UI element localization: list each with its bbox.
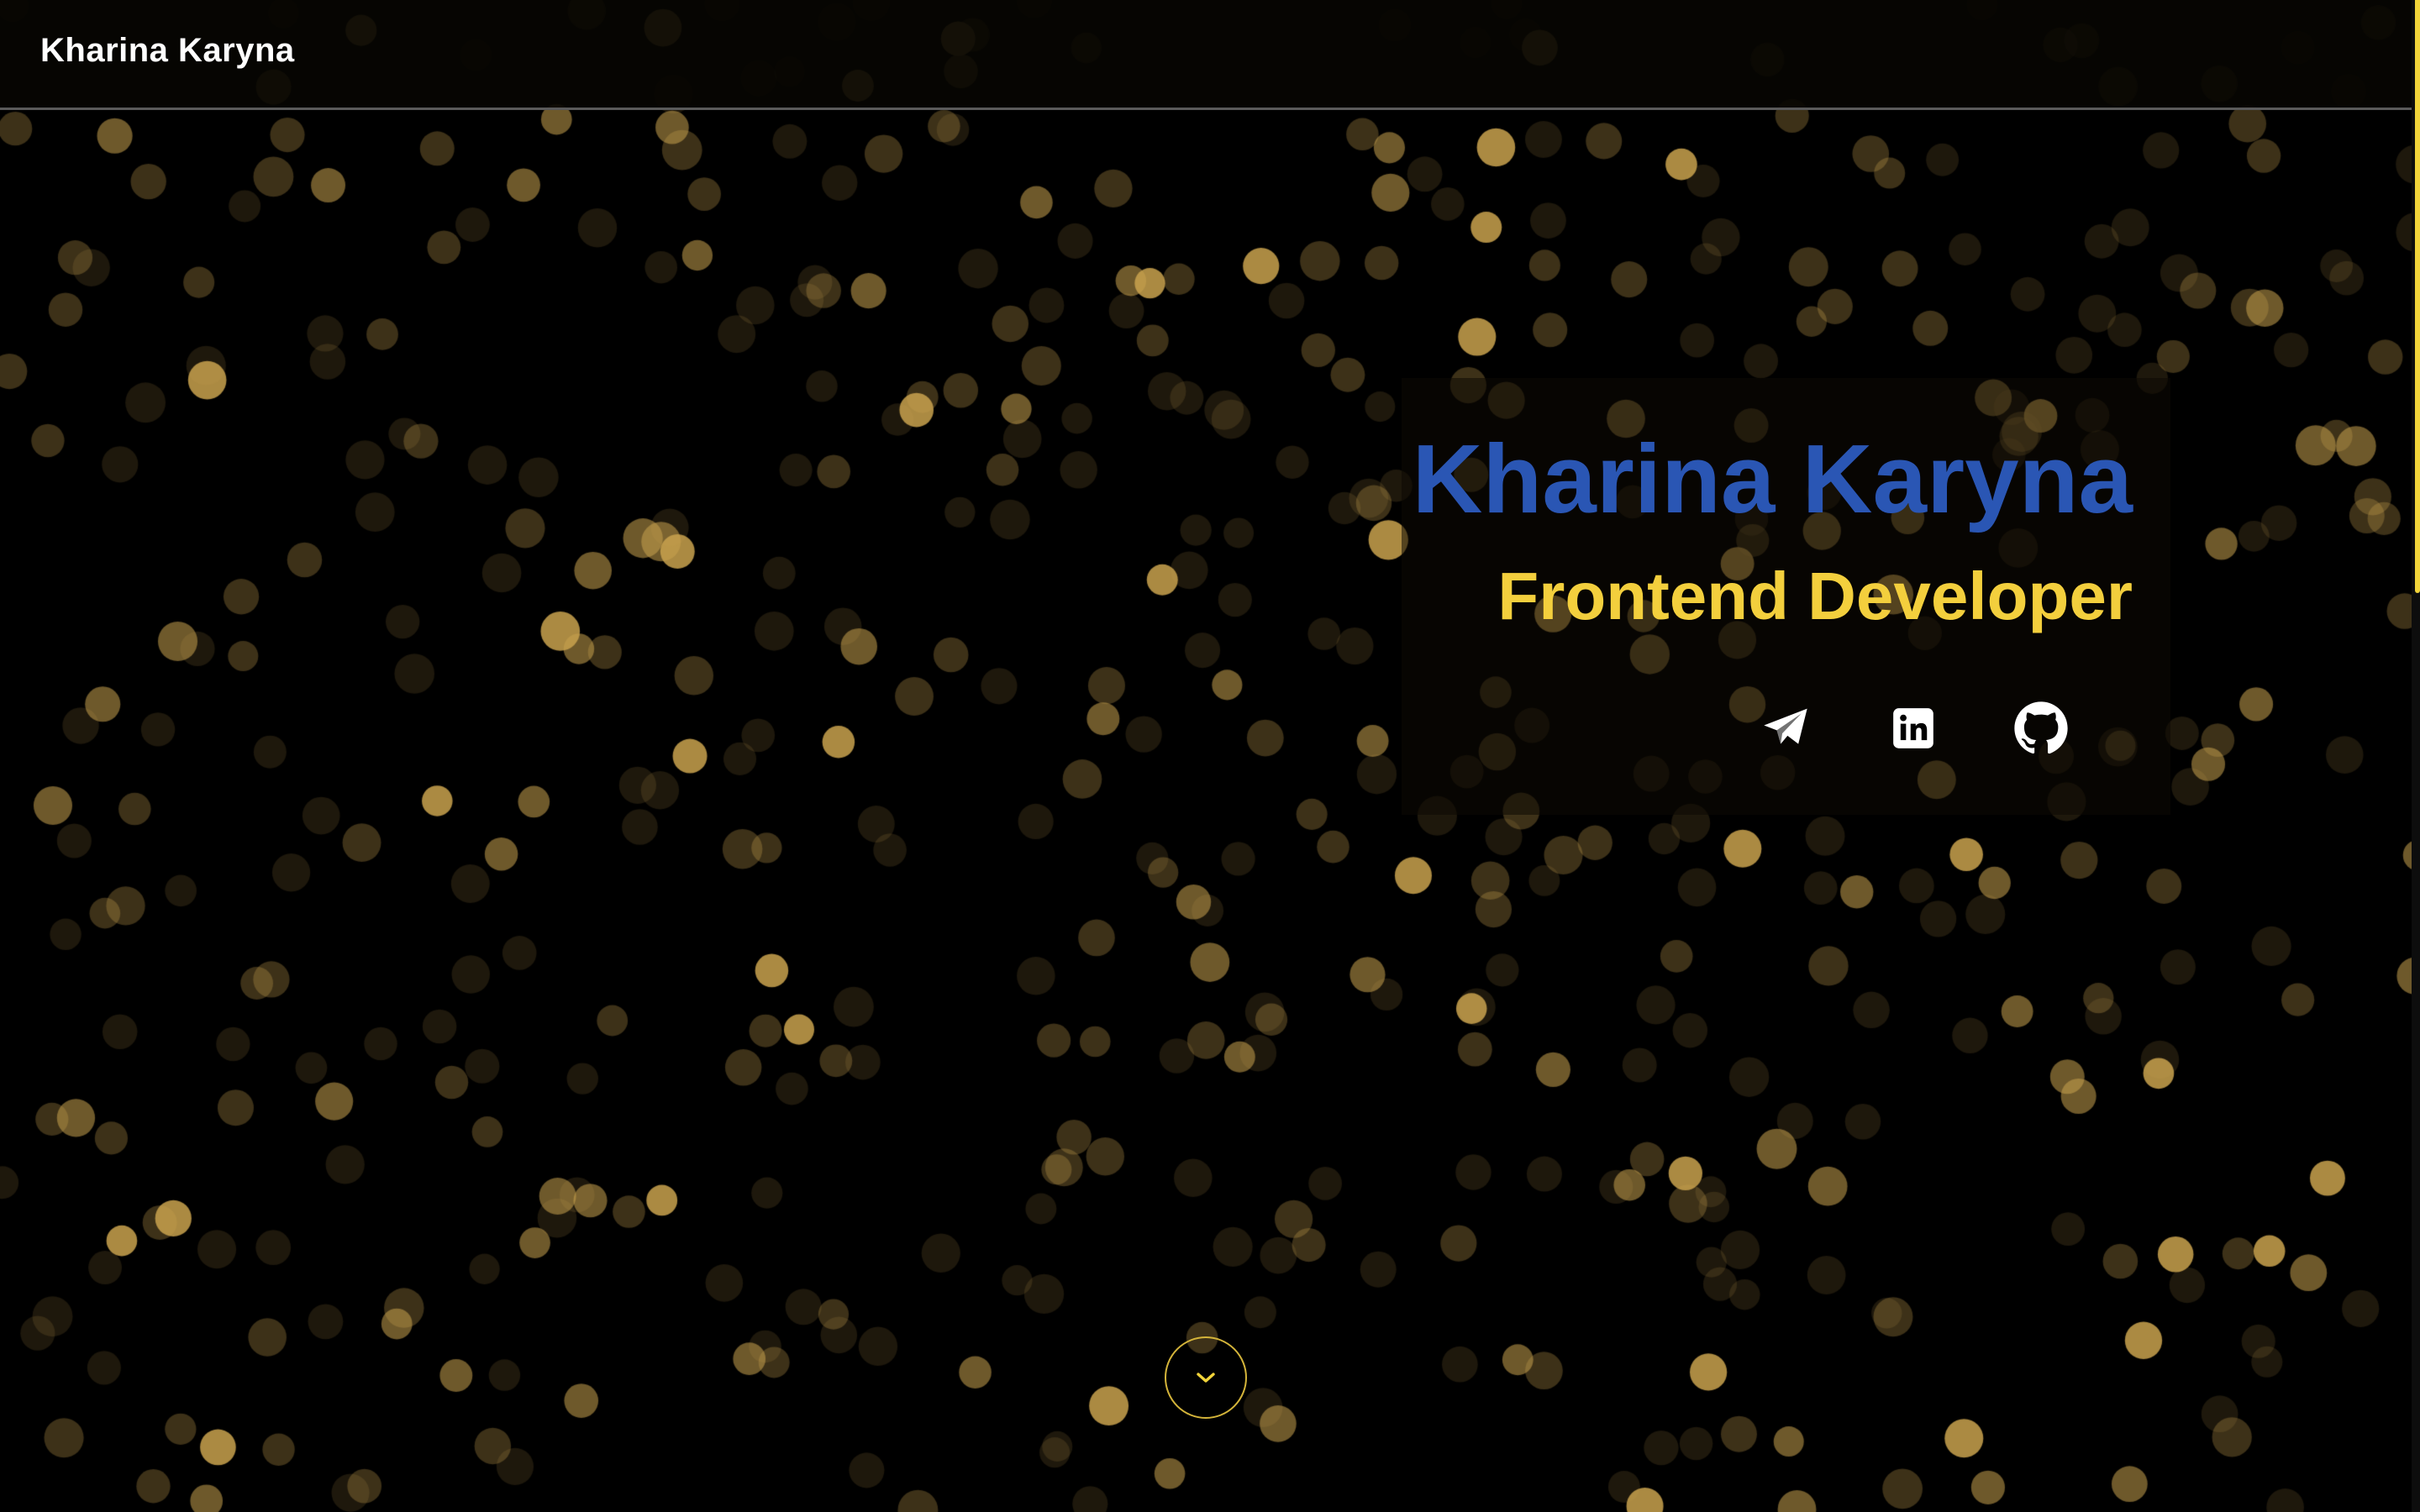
telegram-link[interactable] [1756, 699, 1815, 758]
site-header: Kharina Karyna [0, 0, 2412, 110]
github-link[interactable] [2012, 699, 2070, 758]
scroll-down-button[interactable] [1165, 1336, 1247, 1419]
chevron-down-icon [1197, 1373, 1215, 1383]
linkedin-icon [1893, 708, 1933, 748]
scrollbar-thumb[interactable] [2415, 0, 2420, 593]
telegram-icon [1764, 708, 1807, 744]
hero-name: Kharina Karyna [1412, 424, 2133, 533]
github-icon [2014, 701, 2068, 754]
hero-role: Frontend Developer [1497, 559, 2133, 633]
brand-logo[interactable]: Kharina Karyna [40, 32, 295, 70]
social-links [1756, 699, 2070, 758]
linkedin-link[interactable] [1884, 699, 1943, 758]
